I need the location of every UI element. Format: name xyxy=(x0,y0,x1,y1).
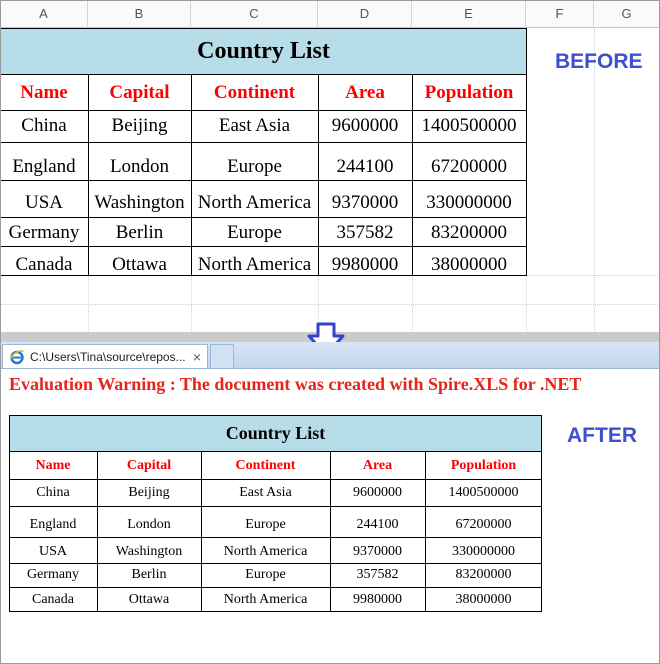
after-cell[interactable]: 244100 xyxy=(330,511,425,538)
after-header-area[interactable]: Area xyxy=(330,452,425,479)
ie-icon xyxy=(9,349,24,364)
before-cell[interactable]: Germany xyxy=(0,218,88,247)
before-header-population[interactable]: Population xyxy=(412,75,526,110)
before-cell[interactable]: 83200000 xyxy=(412,218,526,247)
before-cell[interactable]: Europe xyxy=(191,218,318,247)
after-cell[interactable]: Germany xyxy=(9,563,97,587)
column-header-b[interactable]: B xyxy=(88,0,191,28)
before-cell[interactable]: USA xyxy=(0,187,88,218)
before-header-name[interactable]: Name xyxy=(0,75,88,110)
before-table-title[interactable]: Country List xyxy=(0,28,527,75)
after-header-name[interactable]: Name xyxy=(9,452,97,479)
before-cell[interactable]: Beijing xyxy=(88,110,191,142)
after-cell[interactable]: Ottawa xyxy=(97,588,201,612)
after-cell[interactable]: 330000000 xyxy=(425,539,542,565)
before-header-capital[interactable]: Capital xyxy=(88,75,191,110)
before-cell[interactable]: 9370000 xyxy=(318,187,412,218)
column-header-g[interactable]: G xyxy=(594,0,660,28)
column-header-d[interactable]: D xyxy=(318,0,412,28)
close-icon[interactable]: × xyxy=(193,349,201,365)
before-cell[interactable]: 67200000 xyxy=(412,150,526,184)
before-cell[interactable]: Europe xyxy=(191,150,318,184)
after-cell[interactable]: Europe xyxy=(201,511,330,538)
column-header-c[interactable]: C xyxy=(191,0,318,28)
after-label: AFTER xyxy=(567,424,637,447)
before-cell[interactable]: 357582 xyxy=(318,218,412,247)
after-cell[interactable]: England xyxy=(9,511,97,538)
column-header-f[interactable]: F xyxy=(526,0,594,28)
after-header-population[interactable]: Population xyxy=(425,452,542,479)
before-cell[interactable]: 1400500000 xyxy=(412,110,526,142)
after-cell[interactable]: Berlin xyxy=(97,563,201,587)
after-cell[interactable]: Canada xyxy=(9,588,97,612)
after-cell[interactable]: 9370000 xyxy=(330,539,425,565)
after-cell[interactable]: USA xyxy=(9,539,97,565)
after-cell[interactable]: China xyxy=(9,479,97,506)
before-cell[interactable]: China xyxy=(0,110,88,142)
after-cell[interactable]: 9980000 xyxy=(330,588,425,612)
new-tab-button[interactable] xyxy=(210,344,234,368)
before-cell[interactable]: 244100 xyxy=(318,150,412,184)
before-label: BEFORE xyxy=(555,50,643,73)
before-cell[interactable]: London xyxy=(88,150,191,184)
before-header-area[interactable]: Area xyxy=(318,75,412,110)
after-cell[interactable]: Beijing xyxy=(97,479,201,506)
after-cell[interactable]: 9600000 xyxy=(330,479,425,506)
after-cell[interactable]: London xyxy=(97,511,201,538)
evaluation-warning: Evaluation Warning : The document was cr… xyxy=(9,374,582,394)
before-cell[interactable]: 330000000 xyxy=(412,187,526,218)
after-cell[interactable]: 67200000 xyxy=(425,511,542,538)
after-cell[interactable]: 83200000 xyxy=(425,563,542,587)
before-cell[interactable]: North America xyxy=(191,187,318,218)
browser-tab[interactable]: C:\Users\Tina\source\repos... × xyxy=(2,344,208,368)
before-cell[interactable]: Washington xyxy=(88,187,191,218)
column-header-a[interactable]: A xyxy=(0,0,88,28)
browser-tab-title: C:\Users\Tina\source\repos... xyxy=(30,349,186,364)
after-cell[interactable]: 1400500000 xyxy=(425,479,542,506)
before-cell[interactable]: Berlin xyxy=(88,218,191,247)
spreadsheet-view: A B C D E F G Country List Name Capital … xyxy=(0,0,660,332)
before-header-continent[interactable]: Continent xyxy=(191,75,318,110)
after-cell[interactable]: Europe xyxy=(201,563,330,587)
column-header-e[interactable]: E xyxy=(412,0,526,28)
after-cell[interactable]: 38000000 xyxy=(425,588,542,612)
after-cell[interactable]: North America xyxy=(201,539,330,565)
before-cell[interactable]: England xyxy=(0,150,88,184)
after-cell[interactable]: East Asia xyxy=(201,479,330,506)
after-header-continent[interactable]: Continent xyxy=(201,452,330,479)
after-header-capital[interactable]: Capital xyxy=(97,452,201,479)
after-cell[interactable]: Washington xyxy=(97,539,201,565)
after-cell[interactable]: North America xyxy=(201,588,330,612)
before-cell[interactable]: East Asia xyxy=(191,110,318,142)
before-cell[interactable]: 9600000 xyxy=(318,110,412,142)
after-cell[interactable]: 357582 xyxy=(330,563,425,587)
after-table-title[interactable]: Country List xyxy=(9,415,542,452)
